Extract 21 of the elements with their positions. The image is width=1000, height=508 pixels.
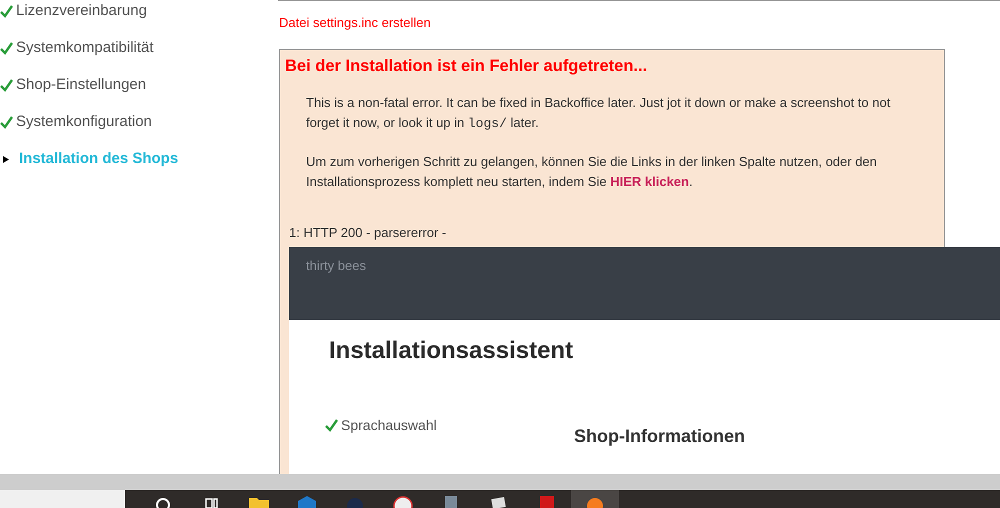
error-title: Bei der Installation ist ein Fehler aufgetreten... bbox=[285, 56, 648, 76]
sidebar-item[interactable]: Systemkompatibilität bbox=[0, 38, 278, 58]
horizontal-scrollbar[interactable] bbox=[0, 474, 1000, 490]
step-item[interactable]: Sprachauswahl bbox=[325, 417, 574, 433]
sidebar-item[interactable]: Lizenzvereinbarung bbox=[0, 1, 278, 21]
check-icon bbox=[0, 42, 13, 54]
page-title: Installationsassistent bbox=[329, 337, 574, 365]
step-message: Datei settings.inc erstellen bbox=[279, 15, 432, 31]
brand-text: thirty bees bbox=[306, 258, 366, 273]
check-icon bbox=[0, 4, 13, 18]
error-note: This is a non-fatal error. It can be fixed in Backoffice later. Just jot it down or make a screenshot to not forget it now, or look it up in logs/ later. bbox=[306, 94, 892, 132]
check-icon bbox=[0, 116, 13, 128]
check-icon bbox=[325, 418, 338, 432]
sidebar-item[interactable]: Shop-Einstellungen bbox=[0, 75, 278, 95]
bullet-icon bbox=[3, 156, 9, 162]
section-title: Shop-Informationen bbox=[574, 426, 745, 447]
sidebar-item[interactable]: Systemkonfiguration bbox=[0, 112, 278, 132]
restart-text: Um zum vorherigen Schritt zu gelangen, können Sie die Links in der linken Spalte nutzen, oder den Installationsprozess komplett neu starten, indem Sie HIER klicken. bbox=[306, 153, 878, 191]
restart-link[interactable]: HIER klicken bbox=[610, 174, 689, 188]
response-line: 1: HTTP 200 - parsererror - bbox=[289, 225, 448, 241]
check-icon bbox=[0, 78, 13, 92]
